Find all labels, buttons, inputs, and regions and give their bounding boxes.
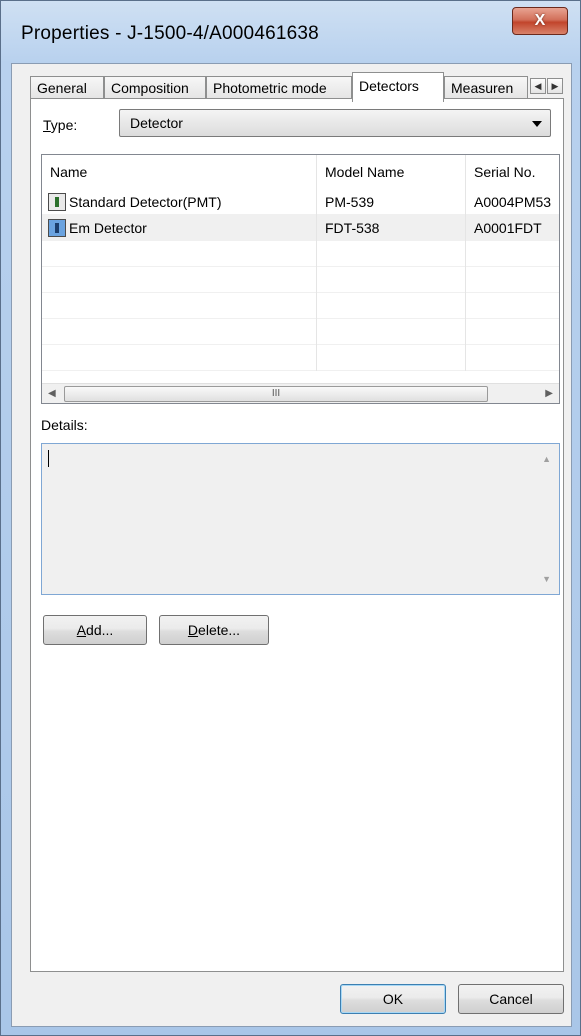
- properties-dialog: Properties - J-1500-4/A000461638 X Gener…: [0, 0, 581, 1036]
- text-caret: [48, 450, 49, 467]
- row-model: PM-539: [317, 189, 466, 215]
- horizontal-scrollbar[interactable]: ◀ III ▶: [42, 383, 559, 403]
- empty-row: [42, 293, 559, 319]
- pmt-detector-icon: [48, 193, 66, 212]
- tab-composition[interactable]: Composition: [104, 76, 206, 100]
- tab-strip: General Composition Photometric mode Det…: [30, 72, 564, 102]
- type-selected-value: Detector: [130, 115, 183, 131]
- scroll-up-icon[interactable]: ▲: [542, 454, 551, 464]
- window-title: Properties - J-1500-4/A000461638: [21, 23, 319, 44]
- empty-row: [42, 345, 559, 371]
- scroll-left-icon[interactable]: ◀: [48, 388, 56, 399]
- table-row[interactable]: Em Detector FDT-538 A0001FDT: [42, 215, 559, 241]
- row-serial: A0001FDT: [474, 220, 542, 236]
- dialog-client-area: General Composition Photometric mode Det…: [11, 63, 572, 1027]
- ok-button[interactable]: OK: [340, 984, 446, 1014]
- close-button[interactable]: X: [512, 7, 568, 35]
- scroll-down-icon[interactable]: ▼: [542, 574, 551, 584]
- column-header-name[interactable]: Name: [42, 155, 317, 189]
- row-name: Em Detector: [69, 220, 147, 236]
- tab-general[interactable]: General: [30, 76, 104, 100]
- tab-detectors[interactable]: Detectors: [352, 72, 444, 102]
- title-bar[interactable]: Properties - J-1500-4/A000461638 X: [1, 1, 580, 63]
- tab-scroll-right-icon[interactable]: ▶: [547, 78, 563, 94]
- row-serial: A0004PM53: [474, 194, 552, 210]
- empty-row: [42, 319, 559, 345]
- column-header-serial-no[interactable]: Serial No.: [466, 155, 559, 189]
- close-icon: X: [534, 12, 546, 29]
- cancel-button[interactable]: Cancel: [458, 984, 564, 1014]
- tab-measurement[interactable]: Measuren: [444, 76, 528, 100]
- type-dropdown[interactable]: Detector: [119, 109, 551, 137]
- scrollbar-thumb[interactable]: III: [64, 386, 488, 402]
- tab-scroll-left-icon[interactable]: ◀: [530, 78, 546, 94]
- empty-row: [42, 241, 559, 267]
- detectors-tab-page: Type: Detector Name Model Name Serial No…: [30, 98, 564, 972]
- row-model: FDT-538: [317, 215, 466, 241]
- row-name: Standard Detector(PMT): [69, 194, 222, 210]
- delete-button[interactable]: Delete...: [159, 615, 269, 645]
- add-button[interactable]: Add...: [43, 615, 147, 645]
- empty-row: [42, 267, 559, 293]
- chevron-down-icon: [532, 121, 542, 127]
- scroll-right-icon[interactable]: ▶: [545, 388, 553, 399]
- table-row[interactable]: Standard Detector(PMT) PM-539 A0004PM53: [42, 189, 559, 215]
- list-header: Name Model Name Serial No.: [42, 155, 559, 189]
- list-body: Standard Detector(PMT) PM-539 A0004PM53 …: [42, 189, 559, 371]
- details-textarea[interactable]: ▲ ▼: [41, 443, 560, 595]
- tab-photometric-mode[interactable]: Photometric mode: [206, 76, 352, 100]
- type-label: Type:: [43, 117, 78, 133]
- em-detector-icon: [48, 219, 66, 238]
- details-label: Details:: [41, 417, 88, 433]
- column-header-model-name[interactable]: Model Name: [317, 155, 466, 189]
- detectors-list[interactable]: Name Model Name Serial No. Standard Dete…: [41, 154, 560, 404]
